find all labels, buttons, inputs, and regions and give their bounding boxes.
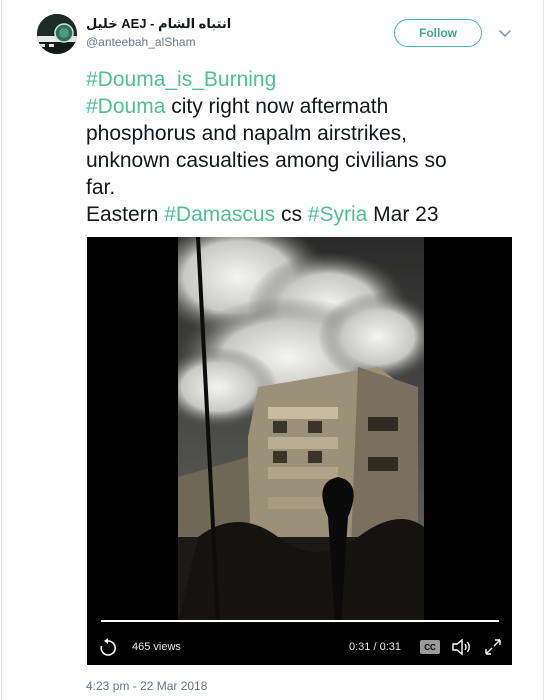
tweet-text-segment: unknown casualties among civilians so xyxy=(86,149,447,172)
author-handle[interactable]: @anteebah_alSham xyxy=(86,35,196,49)
video-progress-bar[interactable] xyxy=(101,620,499,622)
caret-down-icon[interactable] xyxy=(496,24,514,42)
tweet-timestamp[interactable]: 4:23 pm - 22 Mar 2018 xyxy=(86,679,207,693)
tweet-card: خليل AEJ - انتباه الشام @anteebah_alSham… xyxy=(1,0,544,700)
tweet-text-segment: Mar 23 xyxy=(367,203,439,226)
author-display-name[interactable]: خليل AEJ - انتباه الشام xyxy=(86,16,231,32)
replay-icon[interactable] xyxy=(97,637,119,659)
tweet-text-segment: phosphorus and napalm airstrikes, xyxy=(86,122,408,145)
tweet-text-segment: Eastern xyxy=(86,203,165,226)
tweet-text: #Douma_is_Burning #Douma city right now … xyxy=(86,66,516,228)
hashtag-douma-is-burning[interactable]: #Douma_is_Burning xyxy=(86,68,276,91)
tweet-text-segment: city right now aftermath xyxy=(165,95,389,118)
video-frame[interactable] xyxy=(178,237,424,623)
hashtag-douma[interactable]: #Douma xyxy=(86,95,165,118)
avatar[interactable] xyxy=(37,14,77,54)
hashtag-damascus[interactable]: #Damascus xyxy=(164,203,275,226)
fullscreen-icon[interactable] xyxy=(483,637,503,657)
tweet-text-segment: far. xyxy=(86,176,116,199)
hashtag-syria[interactable]: #Syria xyxy=(308,203,368,226)
video-time: 0:31 / 0:31 xyxy=(349,641,401,653)
follow-button[interactable]: Follow xyxy=(394,19,482,47)
video-player[interactable]: 465 views 0:31 / 0:31 CC xyxy=(87,237,512,665)
cc-icon[interactable]: CC xyxy=(420,640,440,654)
tweet-text-segment: cs xyxy=(275,203,308,226)
view-count: 465 views xyxy=(132,641,181,653)
volume-icon[interactable] xyxy=(451,637,473,657)
